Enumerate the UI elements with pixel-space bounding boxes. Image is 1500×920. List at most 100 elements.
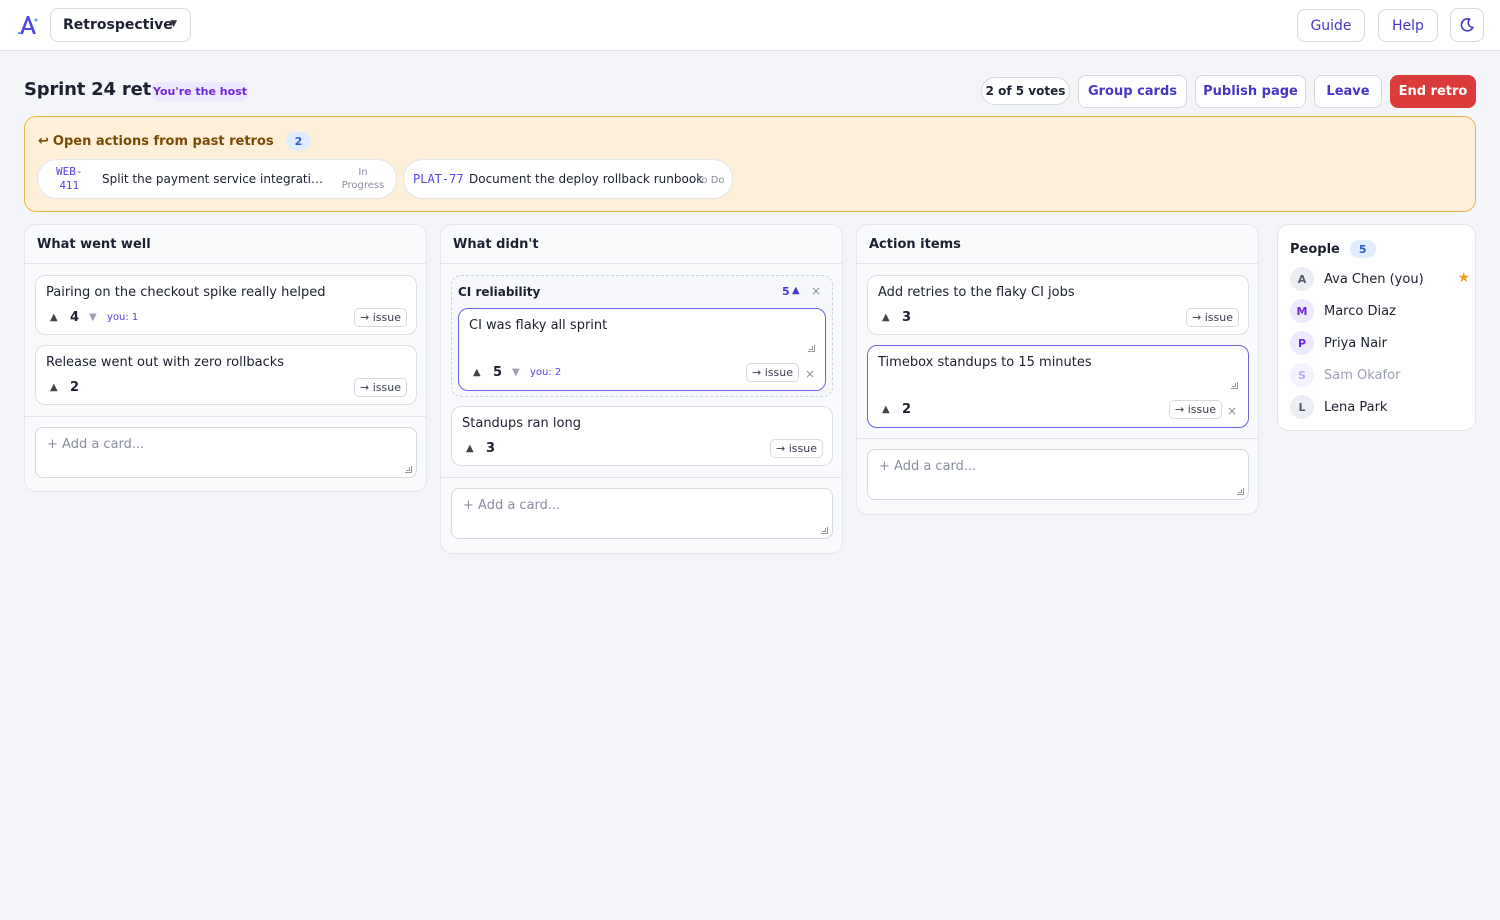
- add-card-placeholder: + Add a card...: [879, 459, 977, 474]
- moon-icon: [1460, 18, 1474, 32]
- avatar: S: [1290, 363, 1314, 387]
- issue-key: PLAT-77: [413, 172, 464, 186]
- retro-card-editing[interactable]: Timebox standups to 15 minutes ▲ 2 → iss…: [867, 345, 1249, 428]
- card-text: Release went out with zero rollbacks: [46, 355, 285, 370]
- issue-key-line: WEB-: [56, 165, 83, 178]
- past-action-item[interactable]: PLAT-77 Document the deploy rollback run…: [403, 159, 733, 199]
- help-button[interactable]: Help: [1378, 9, 1438, 42]
- resize-handle-icon[interactable]: [1231, 382, 1238, 389]
- ungroup-close-icon[interactable]: ×: [811, 284, 821, 298]
- add-card-input[interactable]: + Add a card...: [35, 427, 417, 478]
- add-card-input[interactable]: + Add a card...: [867, 449, 1249, 500]
- avatar: P: [1290, 331, 1314, 355]
- resize-handle-icon[interactable]: [1237, 488, 1244, 495]
- delete-card-icon[interactable]: ×: [805, 367, 815, 381]
- retro-card[interactable]: Pairing on the checkout spike really hel…: [35, 275, 417, 335]
- board-type-label: Retrospective: [63, 17, 173, 33]
- vote-count: 2: [70, 380, 80, 395]
- downvote-icon[interactable]: ▼: [89, 312, 97, 323]
- guide-button[interactable]: Guide: [1297, 9, 1365, 42]
- people-count: 5: [1349, 240, 1376, 258]
- upvote-icon[interactable]: ▲: [50, 312, 58, 323]
- add-card-placeholder: + Add a card...: [47, 437, 145, 452]
- participant-name: Sam Okafor: [1324, 367, 1401, 383]
- create-issue-button[interactable]: → issue: [354, 308, 407, 327]
- upvote-icon[interactable]: ▲: [50, 382, 58, 393]
- column-action-items: Action items Add retries to the flaky CI…: [856, 224, 1259, 515]
- avatar: A: [1290, 267, 1314, 291]
- end-retro-button[interactable]: End retro: [1390, 75, 1476, 108]
- vote-count: 3: [902, 310, 912, 325]
- board-type-select[interactable]: Retrospective ▼: [50, 8, 191, 42]
- resize-handle-icon[interactable]: [821, 527, 828, 534]
- column-what-didnt: What didn't CI reliability 5 ▲ × CI was …: [440, 224, 843, 554]
- participant: M Marco Diaz: [1290, 299, 1470, 323]
- divider: [857, 438, 1258, 439]
- participant-name: Lena Park: [1324, 399, 1388, 415]
- card-text-editor[interactable]: CI was flaky all sprint: [469, 318, 607, 333]
- people-header: People 5: [1290, 240, 1376, 258]
- card-text-editor[interactable]: Timebox standups to 15 minutes: [878, 355, 1092, 370]
- create-issue-button[interactable]: → issue: [746, 363, 799, 382]
- resize-handle-icon[interactable]: [405, 466, 412, 473]
- upvote-icon[interactable]: ▲: [882, 312, 890, 323]
- participant-inactive: S Sam Okafor: [1290, 363, 1470, 387]
- people-title: People: [1290, 241, 1340, 257]
- chevron-down-icon: ▼: [170, 19, 177, 29]
- upvote-icon[interactable]: ▲: [466, 443, 474, 454]
- group-vote-count: 5: [782, 285, 790, 298]
- column-title: What went well: [25, 225, 426, 264]
- card-text: Pairing on the checkout spike really hel…: [46, 285, 326, 300]
- votes-remaining-badge: 2 of 5 votes: [981, 77, 1070, 105]
- create-issue-button[interactable]: → issue: [1186, 308, 1239, 327]
- card-group[interactable]: CI reliability 5 ▲ × CI was flaky all sp…: [451, 275, 833, 397]
- column-title: What didn't: [441, 225, 842, 264]
- dark-mode-toggle[interactable]: [1450, 8, 1484, 42]
- my-votes-label: you: 2: [530, 367, 562, 378]
- downvote-icon[interactable]: ▼: [512, 367, 520, 378]
- issue-status: In Progress: [338, 166, 388, 192]
- delete-card-icon[interactable]: ×: [1227, 404, 1237, 418]
- create-issue-button[interactable]: → issue: [354, 378, 407, 397]
- app-logo-icon[interactable]: [16, 13, 40, 37]
- retro-card[interactable]: Add retries to the flaky CI jobs ▲ 3 → i…: [867, 275, 1249, 335]
- return-arrow-icon: ↩: [38, 133, 49, 149]
- card-text: Add retries to the flaky CI jobs: [878, 285, 1075, 300]
- participant: L Lena Park: [1290, 395, 1470, 419]
- issue-status: To Do: [697, 175, 725, 186]
- issue-key-line: 411: [59, 179, 80, 192]
- page-title: Sprint 24 retro: [24, 79, 172, 100]
- avatar: M: [1290, 299, 1314, 323]
- top-bar: Retrospective ▼ Guide Help: [0, 0, 1500, 51]
- upvote-icon[interactable]: ▲: [473, 367, 481, 378]
- upvote-icon[interactable]: ▲: [882, 404, 890, 415]
- open-actions-title-text: Open actions from past retros: [52, 133, 274, 149]
- past-action-text: Document the deploy rollback runbook: [469, 172, 704, 186]
- divider: [25, 416, 426, 417]
- leave-button[interactable]: Leave: [1314, 75, 1382, 108]
- add-card-input[interactable]: + Add a card...: [451, 488, 833, 539]
- vote-count: 3: [486, 441, 496, 456]
- column-what-went-well: What went well Pairing on the checkout s…: [24, 224, 427, 492]
- add-card-placeholder: + Add a card...: [463, 498, 561, 513]
- retro-card-editing[interactable]: CI was flaky all sprint ▲ 5 ▼ you: 2 → i…: [458, 308, 826, 391]
- past-action-item[interactable]: WEB- 411 Split the payment service integ…: [37, 159, 397, 199]
- retro-card[interactable]: Release went out with zero rollbacks ▲ 2…: [35, 345, 417, 405]
- past-action-text: Split the payment service integration t…: [102, 172, 326, 186]
- retro-card[interactable]: Standups ran long ▲ 3 → issue: [451, 406, 833, 466]
- participant-name: Ava Chen (you): [1324, 271, 1424, 287]
- my-votes-label: you: 1: [107, 312, 139, 323]
- host-badge: You're the host: [152, 82, 248, 101]
- open-actions-count: 2: [285, 132, 312, 150]
- vote-count: 2: [902, 402, 912, 417]
- vote-count: 5: [493, 365, 503, 380]
- create-issue-button[interactable]: → issue: [770, 439, 823, 458]
- open-actions-banner: ↩ Open actions from past retros 2 WEB- 4…: [24, 116, 1476, 212]
- group-cards-button[interactable]: Group cards: [1078, 75, 1187, 108]
- create-issue-button[interactable]: → issue: [1169, 400, 1222, 419]
- avatar: L: [1290, 395, 1314, 419]
- resize-handle-icon[interactable]: [808, 345, 815, 352]
- host-star-icon: ★: [1457, 270, 1470, 286]
- group-title: CI reliability: [458, 285, 541, 299]
- publish-page-button[interactable]: Publish page: [1195, 75, 1306, 108]
